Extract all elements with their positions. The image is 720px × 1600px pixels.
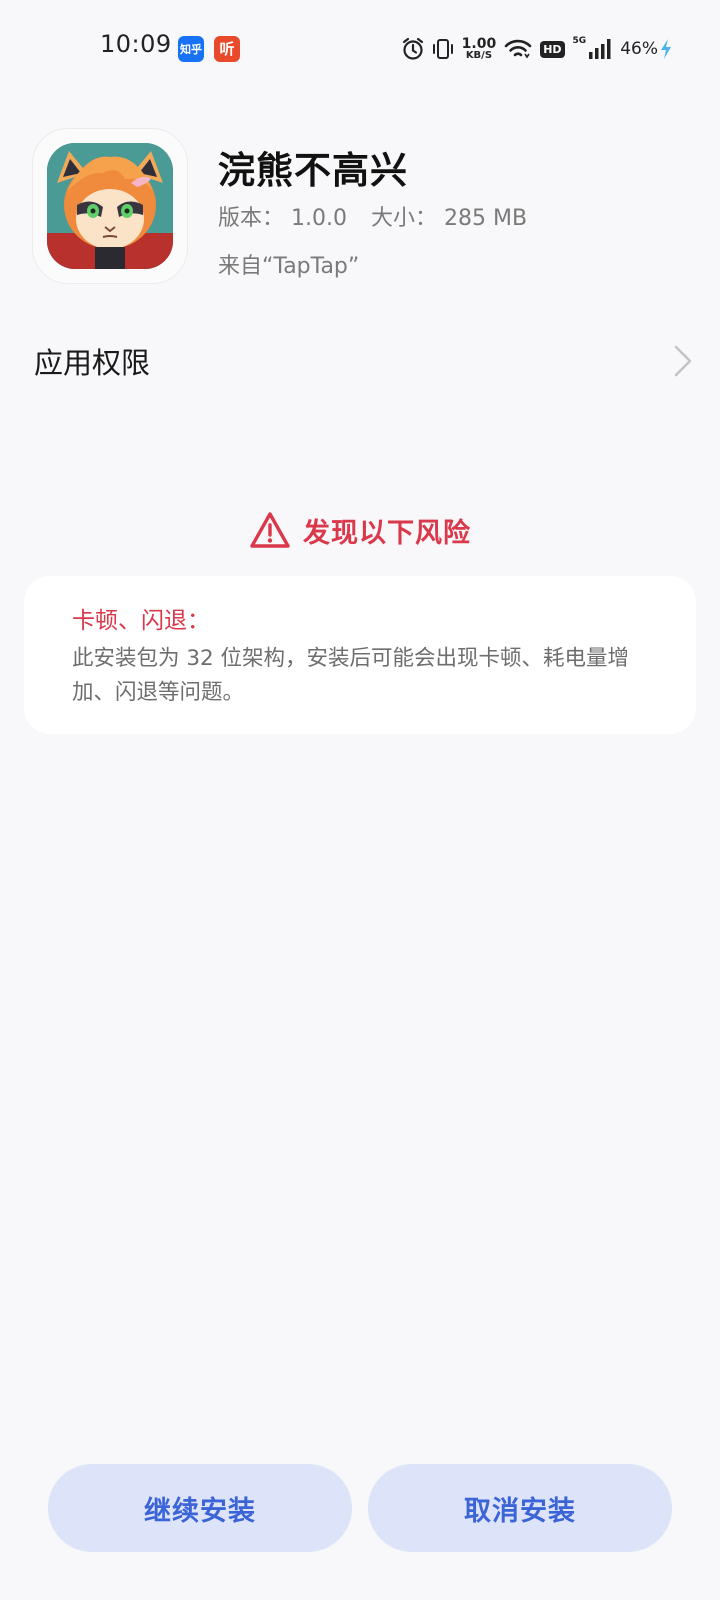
network-speed-unit: KB/S bbox=[465, 50, 493, 61]
app-icon-frame bbox=[32, 128, 188, 284]
app-source: 来自“TapTap” bbox=[218, 254, 360, 279]
raccoon-character-icon bbox=[47, 143, 173, 269]
chevron-right-icon bbox=[674, 345, 692, 377]
app-version-label: 版本： bbox=[218, 206, 285, 231]
risk-header: 发现以下风险 bbox=[0, 506, 720, 554]
network-speed-value: 1.00 bbox=[461, 36, 497, 52]
charging-icon bbox=[661, 39, 671, 59]
battery-percent: 46% bbox=[620, 39, 658, 59]
app-icon bbox=[47, 143, 173, 269]
zhihu-notification-icon: 知乎 bbox=[178, 36, 204, 62]
status-bar: 10:09 知乎 听 1.00 KB/S HD 5G 46% bbox=[0, 0, 720, 96]
wifi-icon bbox=[504, 39, 532, 59]
ting-notification-icon: 听 bbox=[214, 36, 240, 62]
status-indicators: 1.00 KB/S HD 5G 46% bbox=[402, 34, 672, 64]
app-version: 版本： 1.0.0 bbox=[218, 200, 347, 232]
risk-item-title: 卡顿、闪退： bbox=[72, 608, 210, 634]
alarm-icon bbox=[402, 37, 423, 60]
status-time: 10:09 bbox=[100, 30, 172, 58]
app-size-value: 285 MB bbox=[444, 206, 528, 231]
app-size-label: 大小： bbox=[371, 206, 438, 231]
hd-badge: HD bbox=[540, 40, 565, 58]
risk-item-description: 此安装包为 32 位架构，安装后可能会出现卡顿、耗电量增加、闪退等问题。 bbox=[72, 646, 630, 705]
signal-icon bbox=[589, 39, 611, 59]
app-name: 浣熊不高兴 bbox=[218, 149, 408, 192]
app-meta: 版本： 1.0.0 大小： 285 MB bbox=[218, 200, 527, 232]
cancel-install-button[interactable]: 取消安装 bbox=[368, 1464, 672, 1552]
warning-icon bbox=[250, 512, 290, 548]
risk-card: 卡顿、闪退： 此安装包为 32 位架构，安装后可能会出现卡顿、耗电量增加、闪退等… bbox=[24, 576, 696, 734]
network-speed: 1.00 KB/S bbox=[462, 37, 497, 61]
app-size: 大小： 285 MB bbox=[371, 200, 527, 232]
app-version-value: 1.0.0 bbox=[291, 206, 347, 231]
app-permissions-row[interactable]: 应用权限 bbox=[34, 336, 694, 386]
app-permissions-label: 应用权限 bbox=[34, 346, 151, 380]
risk-title: 发现以下风险 bbox=[303, 517, 471, 549]
continue-install-button[interactable]: 继续安装 bbox=[48, 1464, 352, 1552]
network-type-label: 5G bbox=[572, 36, 587, 46]
vibrate-icon bbox=[432, 39, 453, 59]
